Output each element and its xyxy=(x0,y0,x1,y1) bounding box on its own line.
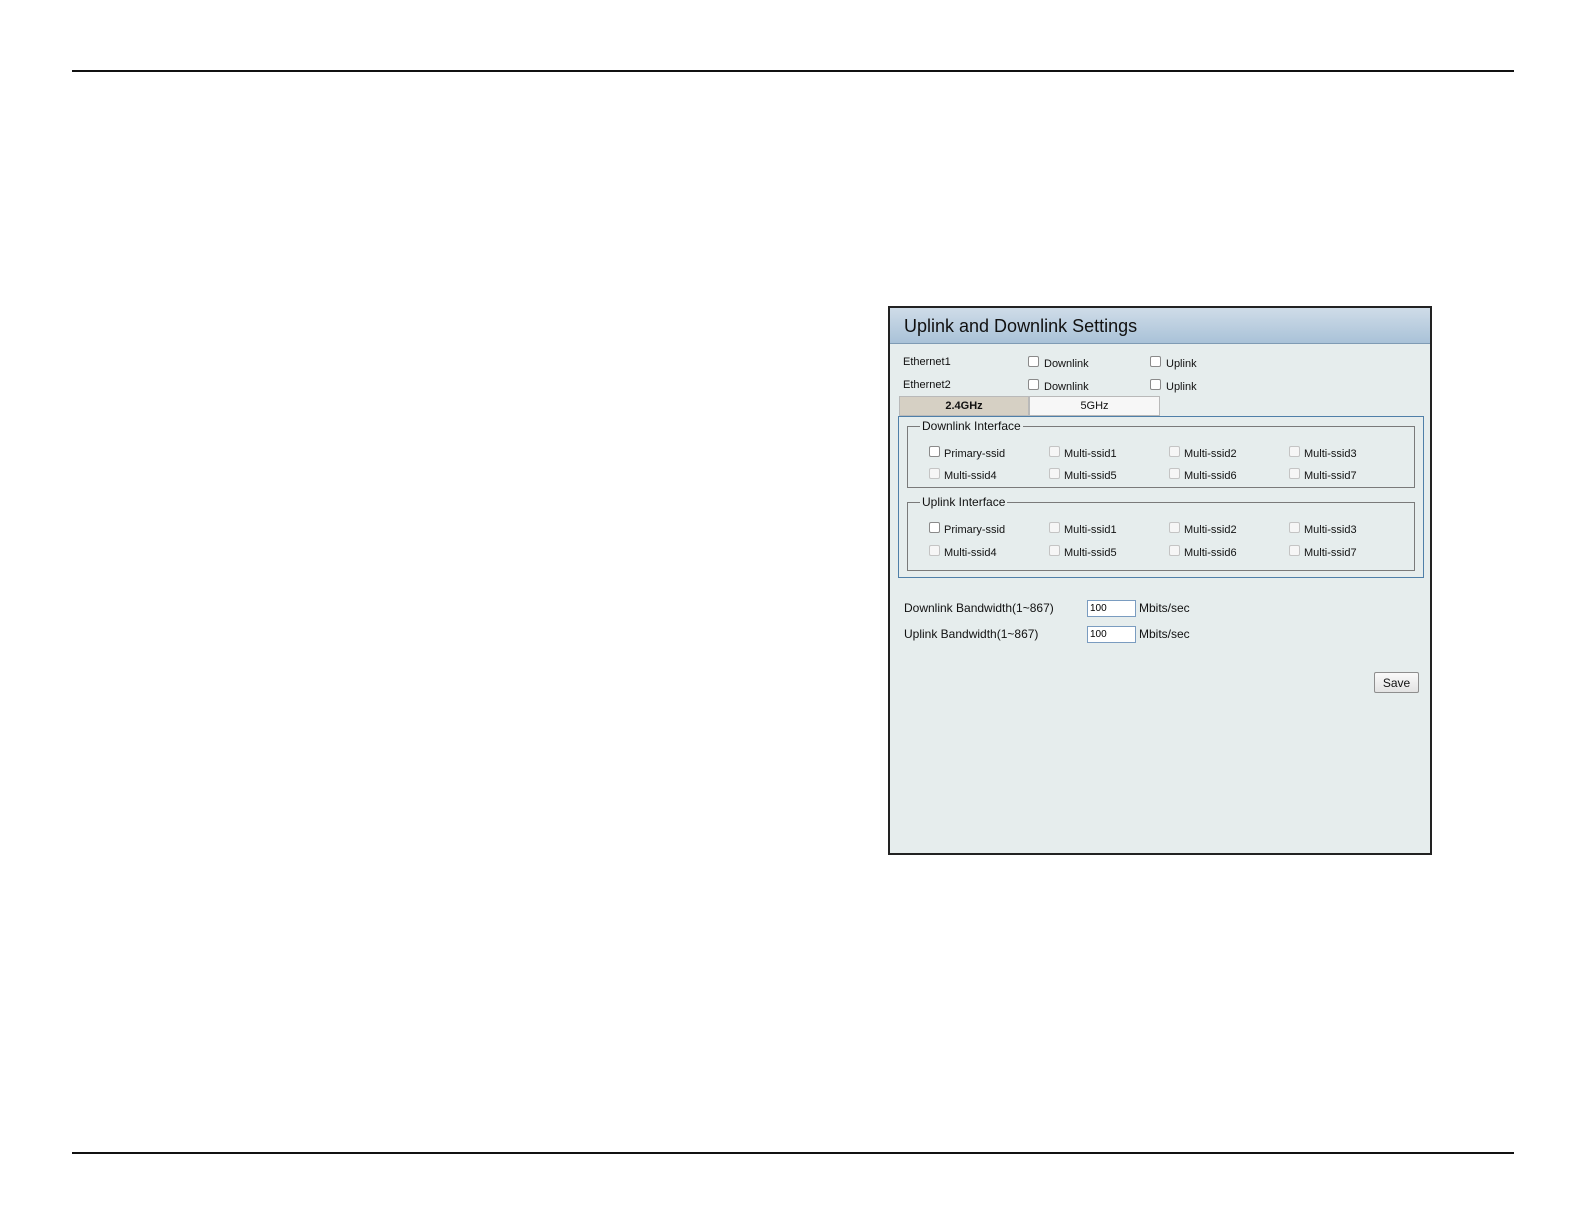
downlink-multi-ssid4-checkbox[interactable] xyxy=(929,468,940,479)
bottom-divider xyxy=(72,1152,1514,1154)
uplink-multi-ssid7-label: Multi-ssid7 xyxy=(1304,547,1357,559)
ethernet1-uplink-checkbox[interactable] xyxy=(1150,356,1161,367)
downlink-multi-ssid1-label: Multi-ssid1 xyxy=(1064,448,1117,460)
ethernet1-downlink-label: Downlink xyxy=(1044,358,1089,370)
top-divider xyxy=(72,70,1514,72)
downlink-multi-ssid5-label: Multi-ssid5 xyxy=(1064,470,1117,482)
downlink-bandwidth-label: Downlink Bandwidth(1~867) xyxy=(904,601,1054,615)
uplink-multi-ssid1-label: Multi-ssid1 xyxy=(1064,524,1117,536)
uplink-multi-ssid4-label: Multi-ssid4 xyxy=(944,547,997,559)
downlink-bandwidth-input[interactable] xyxy=(1087,600,1136,617)
ethernet2-uplink-checkbox[interactable] xyxy=(1150,379,1161,390)
ethernet2-downlink-checkbox[interactable] xyxy=(1028,379,1039,390)
uplink-multi-ssid3-label: Multi-ssid3 xyxy=(1304,524,1357,536)
tab-2-4ghz[interactable]: 2.4GHz xyxy=(899,396,1029,416)
uplink-interface-group: Uplink Interface Primary-ssid Multi-ssid… xyxy=(907,495,1415,571)
ethernet2-label: Ethernet2 xyxy=(903,379,951,391)
ethernet1-downlink-checkbox[interactable] xyxy=(1028,356,1039,367)
uplink-primary-ssid-label: Primary-ssid xyxy=(944,524,1006,536)
uplink-bandwidth-label: Uplink Bandwidth(1~867) xyxy=(904,627,1039,641)
ethernet2-downlink-label: Downlink xyxy=(1044,381,1089,393)
downlink-multi-ssid6-checkbox[interactable] xyxy=(1169,468,1180,479)
downlink-multi-ssid2-checkbox[interactable] xyxy=(1169,446,1180,457)
downlink-multi-ssid2-label: Multi-ssid2 xyxy=(1184,448,1237,460)
uplink-primary-ssid-checkbox[interactable] xyxy=(929,522,940,533)
downlink-bandwidth-unit: Mbits/sec xyxy=(1139,601,1190,615)
uplink-downlink-settings-panel: Uplink and Downlink Settings Ethernet1 D… xyxy=(888,306,1432,855)
downlink-multi-ssid5-checkbox[interactable] xyxy=(1049,468,1060,479)
uplink-multi-ssid6-label: Multi-ssid6 xyxy=(1184,547,1237,559)
ethernet2-uplink-label: Uplink xyxy=(1166,381,1197,393)
downlink-interface-group: Downlink Interface Primary-ssid Multi-ss… xyxy=(907,419,1415,488)
uplink-interface-legend: Uplink Interface xyxy=(922,495,1006,509)
downlink-multi-ssid3-label: Multi-ssid3 xyxy=(1304,448,1357,460)
downlink-primary-ssid-checkbox[interactable] xyxy=(929,446,940,457)
uplink-multi-ssid5-label: Multi-ssid5 xyxy=(1064,547,1117,559)
downlink-multi-ssid7-label: Multi-ssid7 xyxy=(1304,470,1357,482)
uplink-multi-ssid5-checkbox[interactable] xyxy=(1049,545,1060,556)
panel-header: Uplink and Downlink Settings xyxy=(890,308,1430,344)
tab-content: Downlink Interface Primary-ssid Multi-ss… xyxy=(898,416,1424,578)
downlink-multi-ssid7-checkbox[interactable] xyxy=(1289,468,1300,479)
downlink-multi-ssid1-checkbox[interactable] xyxy=(1049,446,1060,457)
ethernet1-label: Ethernet1 xyxy=(903,356,951,368)
panel-title: Uplink and Downlink Settings xyxy=(904,316,1138,336)
uplink-multi-ssid2-label: Multi-ssid2 xyxy=(1184,524,1237,536)
uplink-multi-ssid2-checkbox[interactable] xyxy=(1169,522,1180,533)
uplink-multi-ssid7-checkbox[interactable] xyxy=(1289,545,1300,556)
uplink-bandwidth-unit: Mbits/sec xyxy=(1139,627,1190,641)
downlink-multi-ssid6-label: Multi-ssid6 xyxy=(1184,470,1237,482)
downlink-multi-ssid4-label: Multi-ssid4 xyxy=(944,470,997,482)
uplink-bandwidth-input[interactable] xyxy=(1087,626,1136,643)
downlink-interface-legend: Downlink Interface xyxy=(922,419,1021,433)
uplink-multi-ssid1-checkbox[interactable] xyxy=(1049,522,1060,533)
downlink-primary-ssid-label: Primary-ssid xyxy=(944,448,1006,460)
uplink-multi-ssid4-checkbox[interactable] xyxy=(929,545,940,556)
save-button[interactable]: Save xyxy=(1374,672,1419,693)
uplink-multi-ssid3-checkbox[interactable] xyxy=(1289,522,1300,533)
ethernet1-uplink-label: Uplink xyxy=(1166,358,1197,370)
uplink-multi-ssid6-checkbox[interactable] xyxy=(1169,545,1180,556)
downlink-multi-ssid3-checkbox[interactable] xyxy=(1289,446,1300,457)
tab-5ghz[interactable]: 5GHz xyxy=(1029,396,1160,416)
